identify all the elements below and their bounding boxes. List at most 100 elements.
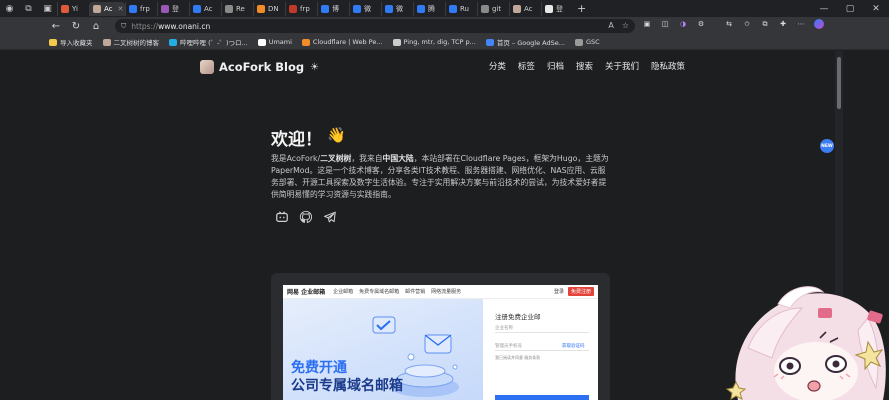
hero-intro: 我是AcoFork/二叉树树，我来自中国大陆，本站部署在Cloudflare P… [271, 153, 611, 201]
tab-item[interactable]: Re [221, 2, 253, 16]
post-cover-image: 网易 企业邮箱 企业邮箱 免费专属域名邮箱 邮件营销 网络流量服务 登录 免费注册 [283, 285, 598, 400]
cover-nav-item: 网络流量服务 [431, 289, 462, 295]
tab-favicon-icon [61, 5, 69, 13]
extension-icon[interactable]: ◫ [660, 19, 670, 29]
split-screen-icon[interactable]: ⇆ [724, 19, 734, 29]
browser-window: ◉ ⧉ ▣ Yi Ac ✕ frp 登 Ac Re DN frp 博 微 微 腾 Ru git Ac 登 + —… [0, 0, 889, 400]
more-menu-icon[interactable]: ⋯ [796, 19, 806, 29]
tab-item[interactable]: 博 [317, 2, 349, 16]
new-tab-button[interactable]: + [577, 2, 586, 15]
tab-item[interactable]: 登 [541, 2, 573, 16]
tab-item[interactable]: frp [285, 2, 317, 16]
site-nav-link[interactable]: 关于我们 [605, 60, 639, 72]
home-icon[interactable]: ⌂ [86, 17, 106, 35]
tab-favicon-icon [289, 5, 297, 13]
close-window-icon[interactable]: ✕ [863, 0, 889, 17]
telegram-icon[interactable] [323, 210, 337, 224]
bookmark-favicon-icon [169, 38, 177, 46]
tab-label: 登 [172, 5, 179, 13]
address-bar[interactable]: ⛉ https:// www.onani.cn A ☆ [115, 19, 635, 33]
scrollbar-thumb[interactable] [837, 57, 841, 109]
site-nav-link[interactable]: 分类 [489, 60, 506, 72]
bookmark-item[interactable]: 二叉树树的博客 [102, 37, 159, 47]
tab-label: git [492, 5, 502, 13]
site-logo[interactable] [200, 60, 214, 74]
extension-icon[interactable]: ⚙ [696, 19, 706, 29]
reload-icon[interactable]: ↻ [66, 17, 86, 35]
bookmark-item[interactable]: Umami [257, 38, 292, 46]
bookmark-favicon-icon [485, 38, 494, 46]
site-nav-link[interactable]: 标签 [518, 60, 535, 72]
bookmark-item[interactable]: GSC [574, 38, 600, 46]
tab-favicon-icon [225, 5, 233, 13]
tab-label: DN [268, 5, 279, 13]
tab-item[interactable]: DN [253, 2, 285, 16]
maximize-icon[interactable]: ▢ [837, 0, 863, 17]
tab-strip: ◉ ⧉ ▣ Yi Ac ✕ frp 登 Ac Re DN frp 博 微 微 腾 Ru git Ac 登 + —… [0, 0, 889, 17]
site-nav-link[interactable]: 搜索 [576, 60, 593, 72]
cover-register-button: 免费注册 [567, 287, 594, 296]
cover-logo: 网易 企业邮箱 [287, 289, 326, 296]
browser-toolbar: ← ↻ ⌂ ⛉ https:// www.onani.cn A ☆ ▣ ◫ ◑ … [0, 17, 889, 35]
bookmarks-bar: 导入收藏夹 二叉树树的博客 哔哩哔哩 (゜-゜)つロ... Umami Cloudfla… [0, 35, 889, 50]
site-info-icon[interactable]: ⛉ [121, 22, 126, 31]
tab-label: Ac [524, 5, 533, 13]
collections-icon[interactable]: ⧉ [760, 19, 770, 29]
tab-item[interactable]: git [477, 2, 509, 16]
wave-emoji: 👋 [327, 126, 346, 144]
bilibili-icon[interactable] [275, 210, 289, 224]
close-tab-icon[interactable]: ✕ [118, 5, 124, 13]
intro-text: ，我来自 [351, 154, 383, 163]
tab-item[interactable]: 微 [349, 2, 381, 16]
favorites-icon[interactable]: ✩ [742, 19, 752, 29]
tab-item[interactable]: 微 [381, 2, 413, 16]
back-icon[interactable]: ← [46, 17, 66, 35]
bookmark-favicon-icon [49, 38, 57, 46]
featured-post-card[interactable]: 网易 企业邮箱 企业邮箱 免费专属域名邮箱 邮件营销 网络流量服务 登录 免费注册 [271, 273, 610, 400]
tab-actions-icon[interactable]: ▣ [38, 0, 57, 17]
tab-item[interactable]: Ac [509, 2, 541, 16]
favorite-star-icon[interactable]: ☆ [622, 21, 629, 30]
tab-item[interactable]: frp [125, 2, 157, 16]
intro-bold-name: 二叉树树 [320, 154, 352, 163]
read-aloud-icon[interactable]: A [608, 21, 613, 30]
site-nav-link[interactable]: 归档 [547, 60, 564, 72]
github-icon[interactable] [299, 210, 313, 224]
extension-icons: ▣ ◫ ◑ ⚙ ⇆ ✩ ⧉ ✚ ⋯ [642, 19, 824, 29]
tab-item[interactable]: Yi [57, 2, 89, 16]
hero-title: 欢迎！ [271, 130, 322, 150]
tab-label: 微 [396, 5, 403, 13]
social-links [275, 210, 337, 224]
theme-toggle-icon[interactable]: ☀ [310, 62, 319, 73]
site-nav-link[interactable]: 隐私政策 [651, 60, 685, 72]
bookmark-item[interactable]: Cloudflare | Web Pe... [301, 38, 383, 46]
bookmark-label: Umami [268, 38, 292, 46]
site-title[interactable]: AcoFork Blog [219, 60, 304, 74]
workspaces-icon[interactable]: ⧉ [19, 0, 38, 17]
extension-icon[interactable]: ◑ [678, 19, 688, 29]
bookmark-item[interactable]: 导入收藏夹 [49, 37, 93, 47]
tab-item[interactable]: Ac ✕ [89, 2, 125, 16]
new-badge-icon[interactable]: NEW [820, 139, 834, 153]
profile-icon[interactable]: ◉ [0, 0, 19, 17]
tab-item[interactable]: 登 [157, 2, 189, 16]
extension-icon[interactable]: ▣ [642, 19, 652, 29]
bookmark-item[interactable]: 首页 – Google AdSe... [485, 37, 565, 47]
bookmark-item[interactable]: 哔哩哔哩 (゜-゜)つロ... [169, 37, 248, 47]
bookmark-favicon-icon [301, 38, 310, 46]
cover-form-submit [495, 395, 589, 400]
cover-form-field: 企业名称 [495, 326, 513, 331]
tab-favicon-icon [353, 5, 361, 13]
url-host: www.onani.cn [158, 21, 211, 31]
extensions-puzzle-icon[interactable]: ✚ [778, 19, 788, 29]
tab-item[interactable]: Ru [445, 2, 477, 16]
tab-item[interactable]: 腾 [413, 2, 445, 16]
copilot-icon[interactable] [814, 19, 824, 29]
minimize-icon[interactable]: — [811, 0, 837, 17]
tab-item[interactable]: Ac [189, 2, 221, 16]
bookmark-favicon-icon [257, 38, 266, 46]
tab-label: frp [300, 5, 310, 13]
bookmark-item[interactable]: Ping, mtr, dig, TCP p... [392, 38, 476, 46]
bookmark-label: GSC [585, 38, 600, 46]
tab-favicon-icon [129, 5, 137, 13]
